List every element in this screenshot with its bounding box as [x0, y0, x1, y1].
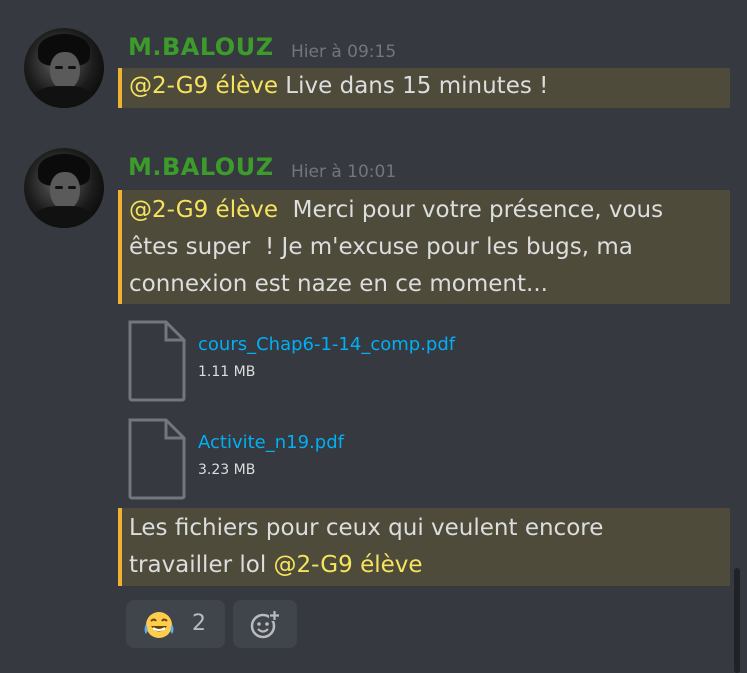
- message-timestamp: Hier à 09:15: [291, 42, 397, 62]
- author-name[interactable]: M.BALOUZ: [128, 33, 274, 61]
- add-reaction-button[interactable]: [233, 600, 297, 648]
- file-link[interactable]: cours_Chap6-1-14_comp.pdf: [198, 334, 455, 355]
- message-timestamp: Hier à 10:01: [291, 162, 397, 182]
- message-line-2: travailler lol @2-G9 élève: [129, 547, 730, 584]
- file-size: 1.11 MB: [198, 364, 256, 380]
- reaction-count: 2: [192, 611, 206, 636]
- avatar[interactable]: [24, 28, 104, 108]
- author-name[interactable]: M.BALOUZ: [128, 153, 274, 181]
- file-icon: [128, 418, 186, 500]
- message-content: @2-G9 élève Merci pour votre présence, v…: [118, 190, 730, 304]
- scrollbar[interactable]: [734, 568, 740, 673]
- file-link[interactable]: Activite_n19.pdf: [198, 432, 344, 453]
- message-content: Les fichiers pour ceux qui veulent encor…: [118, 508, 730, 586]
- file-attachment[interactable]: Activite_n19.pdf 3.23 MB: [126, 418, 466, 500]
- file-icon: [128, 320, 186, 402]
- reaction-button[interactable]: 2: [126, 600, 225, 648]
- message-line-2: êtes super ! Je m'excuse pour les bugs, …: [129, 234, 633, 260]
- role-mention[interactable]: @2-G9 élève: [129, 197, 278, 223]
- message-line-1: @2-G9 élève Merci pour votre présence, v…: [129, 192, 730, 229]
- message-text: Live dans 15 minutes !: [278, 73, 549, 99]
- add-reaction-icon: [250, 610, 280, 639]
- role-mention[interactable]: @2-G9 élève: [129, 73, 278, 99]
- message-line-1: Les fichiers pour ceux qui veulent encor…: [129, 515, 604, 541]
- file-size: 3.23 MB: [198, 462, 256, 478]
- message-content: @2-G9 élève Live dans 15 minutes !: [118, 68, 730, 108]
- message-line-3: connexion est naze en ce moment...: [129, 271, 548, 297]
- file-attachment[interactable]: cours_Chap6-1-14_comp.pdf 1.11 MB: [126, 320, 466, 402]
- message-text: travailler lol: [129, 552, 274, 578]
- joy-tears-emoji-icon: [144, 612, 174, 638]
- message-text: Merci pour votre présence, vous: [278, 197, 664, 223]
- avatar[interactable]: [24, 148, 104, 228]
- role-mention[interactable]: @2-G9 élève: [274, 552, 423, 578]
